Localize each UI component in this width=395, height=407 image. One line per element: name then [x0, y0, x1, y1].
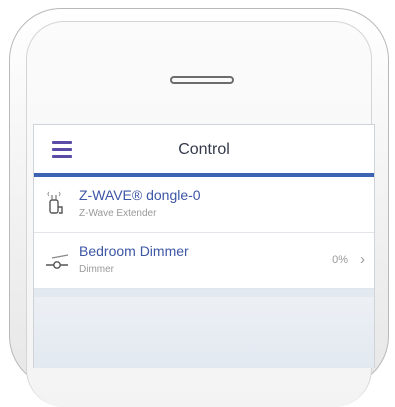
device-row-bedroom-dimmer[interactable]: Bedroom Dimmer Dimmer 0% ›: [34, 233, 374, 289]
chevron-right-icon[interactable]: ›: [360, 251, 365, 268]
dimmer-level: 0%: [332, 254, 348, 266]
app-screen: Control Z-WAVE® dongle-0 Z-Wave Extender…: [33, 124, 375, 368]
device-list: Z-WAVE® dongle-0 Z-Wave Extender Bedroom…: [34, 177, 374, 289]
device-name: Z-WAVE® dongle-0: [79, 187, 201, 203]
usb-dongle-icon: [47, 191, 63, 214]
device-row-dongle[interactable]: Z-WAVE® dongle-0 Z-Wave Extender: [34, 177, 374, 233]
dimmer-slider-icon: [46, 254, 69, 269]
device-name: Bedroom Dimmer: [79, 243, 189, 259]
app-header: Control: [34, 125, 374, 177]
phone-speaker: [170, 76, 234, 84]
empty-content-area: [34, 297, 374, 368]
device-type: Z-Wave Extender: [79, 208, 157, 219]
device-type: Dimmer: [79, 264, 114, 275]
page-title: Control: [178, 141, 230, 158]
